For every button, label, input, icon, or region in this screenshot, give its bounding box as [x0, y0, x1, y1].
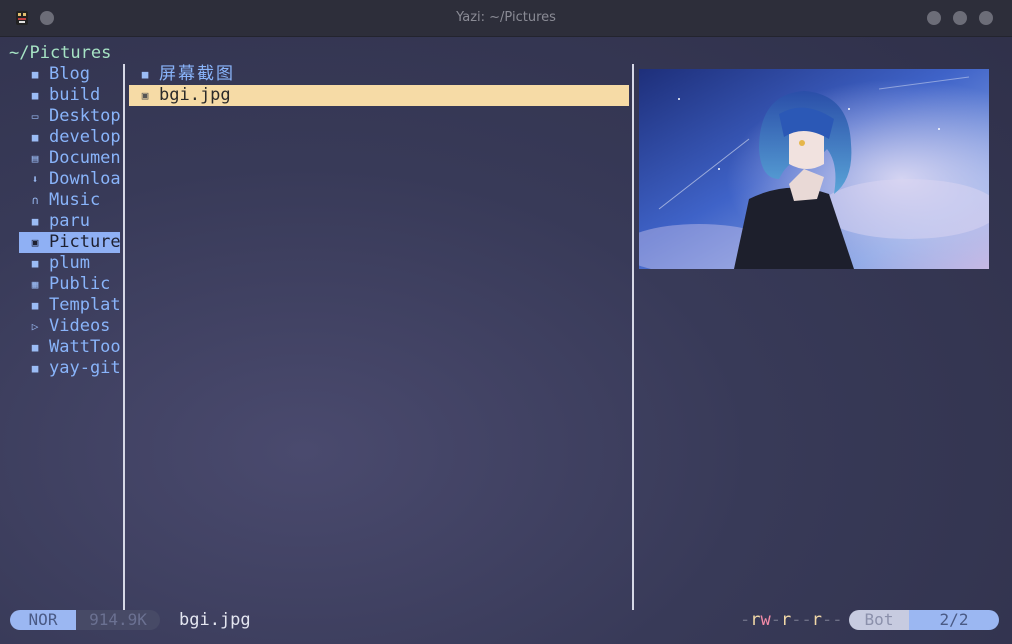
file-entry-label: paru	[49, 211, 90, 231]
file-entry-label: Blog	[49, 64, 90, 84]
file-entry-label: Picture	[49, 232, 120, 252]
file-entry-label: WattToo	[49, 337, 120, 357]
maximize-button[interactable]	[953, 11, 967, 25]
file-entry[interactable]: ■ Templat	[19, 295, 120, 316]
file-entry-label: Desktop	[49, 106, 120, 126]
file-entry[interactable]: ■ develop	[19, 127, 120, 148]
folder-icon: ■	[31, 299, 39, 312]
file-entry[interactable]: ■ yay-git	[19, 358, 120, 379]
file-entry-label: Videos	[49, 316, 111, 336]
file-entry-label: bgi.jpg	[159, 85, 231, 105]
column-divider	[123, 64, 125, 610]
document-icon: ▤	[31, 152, 39, 165]
public-icon: ▦	[31, 278, 39, 291]
folder-icon: ■	[31, 362, 39, 375]
current-directory-path: ~/Pictures	[9, 43, 112, 63]
file-entry[interactable]: ∩ Music	[19, 190, 120, 211]
image-file-icon: ▣	[141, 89, 149, 102]
file-entry[interactable]: ■ build	[19, 85, 120, 106]
mode-indicator: NOR	[10, 610, 76, 630]
file-entry-label: yay-git	[49, 358, 120, 378]
file-size: 914.9K	[76, 610, 160, 630]
file-entry[interactable]: ■ paru	[19, 211, 120, 232]
file-entry[interactable]: ▦ Public	[19, 274, 120, 295]
file-entry-label: Music	[49, 190, 101, 210]
window-title: Yazi: ~/Pictures	[456, 10, 556, 25]
folder-icon: ■	[31, 89, 39, 102]
folder-icon: ■	[31, 215, 39, 228]
file-entry[interactable]: ■ Blog	[19, 64, 120, 85]
file-entry[interactable]: ■ 屏幕截图	[129, 64, 629, 85]
video-icon: ▷	[31, 320, 39, 333]
file-entry[interactable]: ▤ Documen	[19, 148, 120, 169]
file-count: 2/2	[909, 610, 999, 630]
close-button[interactable]	[979, 11, 993, 25]
terminal-content: ~/Pictures ■ Blog ■ build ▭ Desktop ■ develop ▤ D…	[0, 37, 1012, 644]
current-directory-list: ■ 屏幕截图 ▣ bgi.jpg	[129, 64, 629, 106]
terminal-window: Yazi: ~/Pictures ~/Pictures ■ Blog ■ build ▭…	[0, 0, 1012, 644]
image-folder-icon: ▣	[31, 236, 39, 249]
file-entry[interactable]: ▣ bgi.jpg	[129, 85, 629, 106]
file-entry[interactable]: ⬇ Downloa	[19, 169, 120, 190]
file-entry[interactable]: ▭ Desktop	[19, 106, 120, 127]
file-entry[interactable]: ■ WattToo	[19, 337, 120, 358]
file-entry-label: 屏幕截图	[159, 64, 235, 84]
file-entry-label: Templat	[49, 295, 120, 315]
minimize-button[interactable]	[927, 11, 941, 25]
desktop-icon: ▭	[31, 110, 39, 123]
download-icon: ⬇	[31, 173, 39, 186]
column-divider	[632, 64, 634, 610]
image-preview	[639, 69, 989, 269]
file-entry[interactable]: ▣ Picture	[19, 232, 120, 253]
folder-icon: ■	[31, 68, 39, 81]
status-bar: NOR 914.9K bgi.jpg -rw-r--r-- Bot 2/2	[0, 609, 1012, 631]
folder-icon: ■	[31, 131, 39, 144]
file-entry-label: plum	[49, 253, 90, 273]
status-filename: bgi.jpg	[179, 610, 251, 630]
file-entry[interactable]: ▷ Videos	[19, 316, 120, 337]
file-entry-label: Documen	[49, 148, 120, 168]
file-entry-label: Public	[49, 274, 111, 294]
title-bar: Yazi: ~/Pictures	[0, 0, 1012, 37]
file-entry-label: develop	[49, 127, 120, 147]
scroll-position: Bot	[849, 610, 909, 630]
file-entry-label: Downloa	[49, 169, 120, 189]
preview-image	[639, 69, 989, 269]
file-permissions: -rw-r--r--	[740, 610, 843, 630]
parent-directory-list: ■ Blog ■ build ▭ Desktop ■ develop ▤ Documen ⬇ Down…	[19, 64, 120, 379]
headphones-icon: ∩	[31, 194, 39, 207]
file-entry-label: build	[49, 85, 101, 105]
folder-icon: ■	[31, 341, 39, 354]
folder-icon: ■	[141, 68, 149, 81]
folder-icon: ■	[31, 257, 39, 270]
file-entry[interactable]: ■ plum	[19, 253, 120, 274]
